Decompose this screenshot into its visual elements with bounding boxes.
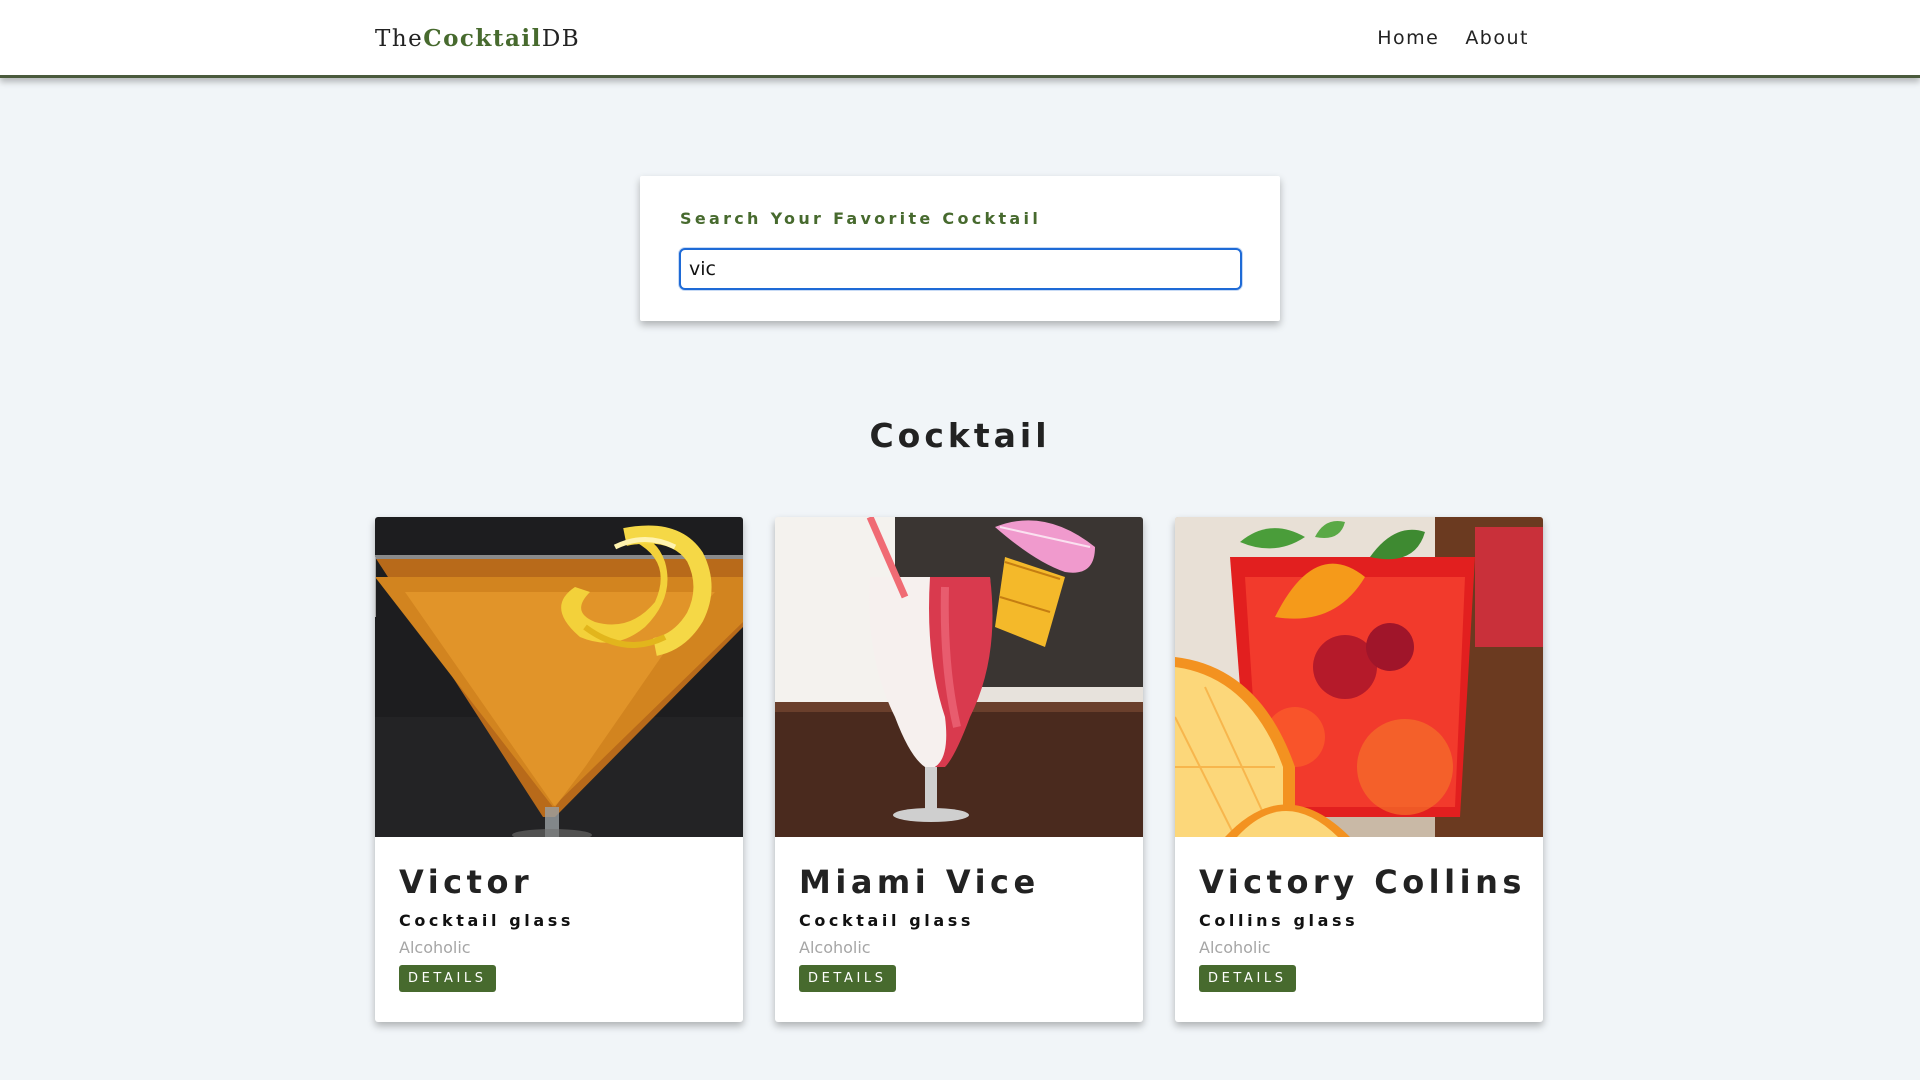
cocktail-name: Victor <box>399 863 534 901</box>
nav-link-about[interactable]: About <box>1465 27 1529 49</box>
cocktail-image <box>775 517 1143 837</box>
logo-suffix: DB <box>541 26 581 52</box>
cocktail-image <box>1175 517 1543 837</box>
site-logo[interactable]: TheCocktailDB <box>375 25 580 52</box>
cocktail-type: Alcoholic <box>1199 938 1271 957</box>
cocktail-name: Victory Collins <box>1199 863 1526 901</box>
cocktail-image <box>375 517 743 837</box>
navbar: TheCocktailDB Home About <box>0 0 1920 78</box>
search-input[interactable] <box>679 248 1242 290</box>
logo-prefix: The <box>375 26 424 52</box>
cocktail-card: Miami Vice Cocktail glass Alcoholic DETA… <box>775 517 1143 1022</box>
nav-links: Home About <box>1377 27 1529 49</box>
details-button[interactable]: DETAILS <box>1199 965 1296 992</box>
card-body: Miami Vice Cocktail glass Alcoholic DETA… <box>799 863 1123 992</box>
cocktail-glass: Cocktail glass <box>799 911 975 930</box>
cocktail-glass: Cocktail glass <box>399 911 575 930</box>
card-body: Victory Collins Collins glass Alcoholic … <box>1199 863 1523 992</box>
card-body: Victor Cocktail glass Alcoholic DETAILS <box>399 863 723 992</box>
cocktail-name: Miami Vice <box>799 863 1040 901</box>
details-button[interactable]: DETAILS <box>399 965 496 992</box>
cocktail-type: Alcoholic <box>399 938 471 957</box>
cocktail-card: Victor Cocktail glass Alcoholic DETAILS <box>375 517 743 1022</box>
search-label: Search Your Favorite Cocktail <box>680 209 1042 228</box>
logo-mid: Cocktail <box>423 25 542 52</box>
details-button[interactable]: DETAILS <box>799 965 896 992</box>
cocktail-card: Victory Collins Collins glass Alcoholic … <box>1175 517 1543 1022</box>
cocktail-list: Victor Cocktail glass Alcoholic DETAILS <box>375 517 1543 1022</box>
cocktail-glass: Collins glass <box>1199 911 1359 930</box>
nav-link-home[interactable]: Home <box>1377 27 1439 49</box>
cocktail-type: Alcoholic <box>799 938 871 957</box>
search-form: Search Your Favorite Cocktail <box>640 176 1280 321</box>
section-title: Cocktail <box>869 416 1051 455</box>
